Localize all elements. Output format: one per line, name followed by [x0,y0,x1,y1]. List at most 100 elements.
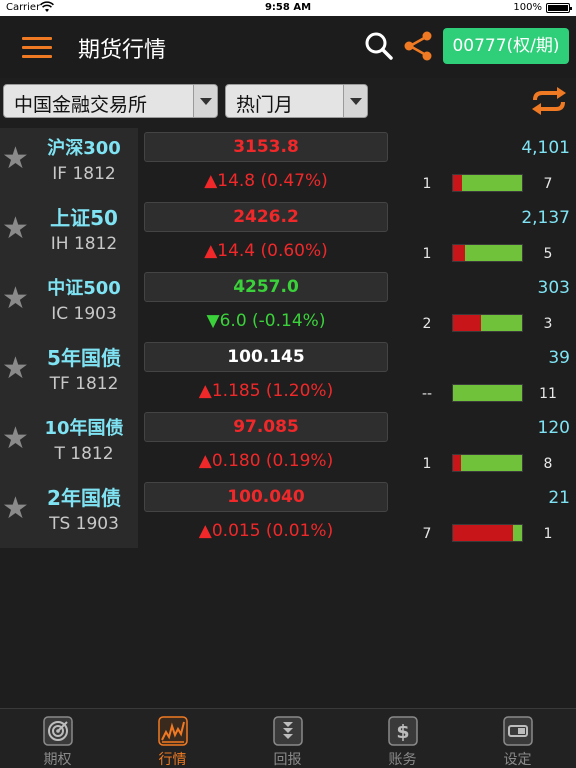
bid-ask-ratio-bar [452,524,523,542]
contract-name: 中证500 [47,278,121,299]
contract-code: IC 1903 [51,304,117,324]
last-price[interactable]: 97.085 [144,412,388,442]
price-change: ▲0.180 (0.19%) [198,451,334,471]
filter-bar: 中国金融交易所 热门月 [0,78,576,126]
tab-accounts[interactable]: $ 账务 [345,709,460,768]
contract-name: 沪深300 [47,138,121,159]
price-change: ▲1.185 (1.20%) [198,381,334,401]
price-change: ▲0.015 (0.01%) [198,521,334,541]
contract-code: IF 1812 [52,164,116,184]
last-price[interactable]: 4257.0 [144,272,388,302]
volume: 2,137 [521,208,570,228]
bid-fill [453,175,462,191]
last-price[interactable]: 100.145 [144,342,388,372]
hamburger-icon [22,37,52,40]
tab-quotes[interactable]: 行情 [115,709,230,768]
contract-cell: ★ 中证500 IC 1903 [0,268,138,338]
volume: 21 [548,488,570,508]
month-dropdown[interactable]: 热门月 [225,84,368,118]
ask-quantity: 1 [543,526,553,542]
last-price[interactable]: 2426.2 [144,202,388,232]
ask-quantity: 5 [543,246,553,262]
quote-row[interactable]: ★ 沪深300 IF 1812 3153.8 ▲14.8 (0.47%) 4,1… [0,128,576,198]
bid-ask-ratio-bar [452,244,523,262]
tab-bar: 期权 行情 回报 $ 账务 设定 [0,708,576,768]
star-icon[interactable]: ★ [2,284,32,314]
star-icon[interactable]: ★ [2,144,32,174]
bid-quantity: 1 [422,246,432,262]
star-icon[interactable]: ★ [2,494,32,524]
ask-quantity: 7 [543,176,553,192]
tab-options[interactable]: 期权 [0,709,115,768]
quote-row[interactable]: ★ 2年国债 TS 1903 100.040 ▲0.015 (0.01%) 21… [0,478,576,548]
quote-row[interactable]: ★ 上证50 IH 1812 2426.2 ▲14.4 (0.60%) 2,13… [0,198,576,268]
refresh-button[interactable] [530,86,568,116]
bid-fill [453,525,514,541]
volume: 303 [537,278,570,298]
contract-name: 10年国债 [44,418,124,439]
clock: 9:58 AM [264,2,312,13]
bid-ask-ratio-bar [452,314,523,332]
battery-icon [546,3,572,13]
nav-bar: 期货行情 00777(权/期) [0,16,576,78]
last-price[interactable]: 100.040 [144,482,388,512]
contract-name: 5年国债 [47,346,121,370]
contract-cell: ★ 上证50 IH 1812 [0,198,138,268]
quote-row[interactable]: ★ 10年国债 T 1812 97.085 ▲0.180 (0.19%) 120… [0,408,576,478]
contract-code: IH 1812 [50,234,118,254]
refresh-icon [532,87,566,115]
volume: 4,101 [521,138,570,158]
ask-quantity: 3 [543,316,553,332]
bid-fill [453,455,461,471]
bid-fill [453,245,465,261]
tab-label: 期权 [43,752,72,768]
settings-icon [503,716,533,746]
ask-quantity: 8 [543,456,553,472]
tab-label: 回报 [273,752,302,768]
last-price[interactable]: 3153.8 [144,132,388,162]
contract-cell: ★ 沪深300 IF 1812 [0,128,138,198]
star-icon[interactable]: ★ [2,354,32,384]
quote-row[interactable]: ★ 中证500 IC 1903 4257.0 ▼6.0 (-0.14%) 303… [0,268,576,338]
exchange-dropdown-label: 中国金融交易所 [14,94,148,116]
contract-cell: ★ 10年国债 T 1812 [0,408,138,478]
price-change: ▲14.8 (0.47%) [204,171,328,191]
star-icon[interactable]: ★ [2,214,32,244]
tab-label: 账务 [388,752,417,768]
account-button[interactable]: 00777(权/期) [443,28,569,64]
bid-quantity: 7 [422,526,432,542]
month-dropdown-label: 热门月 [236,94,294,116]
tab-label: 设定 [503,752,532,768]
price-change: ▼6.0 (-0.14%) [206,311,326,331]
battery-percent: 100% [513,2,542,13]
contract-cell: ★ 2年国债 TS 1903 [0,478,138,548]
quote-row[interactable]: ★ 5年国债 TF 1812 100.145 ▲1.185 (1.20%) 39… [0,338,576,408]
page-title: 期货行情 [78,38,167,63]
chart-icon [158,716,188,746]
app-root: Carrier 9:58 AM 100% 期货行情 00777(权/期) 中国金… [0,0,576,768]
target-icon [43,716,73,746]
status-bar: Carrier 9:58 AM 100% [0,0,576,16]
search-button[interactable] [364,30,394,62]
report-icon [273,716,303,746]
bid-fill [453,315,481,331]
price-change: ▲14.4 (0.60%) [204,241,328,261]
tab-settings[interactable]: 设定 [460,709,575,768]
contract-code: TS 1903 [49,514,119,534]
star-icon[interactable]: ★ [2,424,32,454]
bid-quantity: 1 [422,176,432,192]
search-icon [365,32,393,60]
dollar-icon: $ [388,716,418,746]
exchange-dropdown[interactable]: 中国金融交易所 [3,84,218,118]
tab-reports[interactable]: 回报 [230,709,345,768]
volume: 39 [548,348,570,368]
bid-quantity: -- [421,386,433,402]
share-button[interactable] [402,30,434,62]
contract-name: 2年国债 [47,486,121,510]
contract-name: 上证50 [50,206,118,230]
chevron-down-icon [193,85,217,117]
chevron-down-icon [343,85,367,117]
menu-button[interactable] [22,35,54,59]
bid-quantity: 1 [422,456,432,472]
bid-quantity: 2 [422,316,432,332]
